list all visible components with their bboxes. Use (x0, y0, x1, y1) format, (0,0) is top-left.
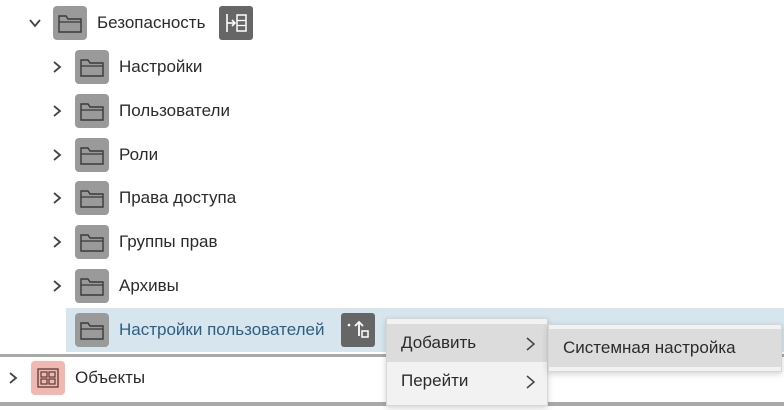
chevron-right-icon[interactable] (6, 371, 20, 385)
folder-icon (75, 225, 109, 259)
folder-icon (53, 6, 87, 40)
folder-icon (75, 50, 109, 84)
tree-node-label: Группы прав (119, 232, 218, 251)
folder-icon (75, 138, 109, 172)
tree-node-roles[interactable]: Роли (0, 135, 784, 175)
tree-node-access-rights[interactable]: Права доступа (0, 178, 784, 218)
submenu: Системная настройка (548, 324, 782, 372)
menu-item-label: Системная настройка (563, 338, 736, 357)
folder-icon (75, 269, 109, 303)
chevron-down-icon[interactable] (28, 16, 42, 30)
folder-icon (75, 94, 109, 128)
tree-node-label: Настройки пользователей (119, 320, 325, 339)
folder-icon (75, 313, 109, 347)
objects-grid-icon (31, 361, 65, 395)
chevron-right-icon[interactable] (50, 235, 64, 249)
chevron-right-icon[interactable] (50, 60, 64, 74)
folder-icon (75, 181, 109, 215)
tree-node-label: Объекты (75, 368, 146, 387)
tree-node-label: Архивы (119, 276, 179, 295)
tree-node-label: Роли (119, 145, 159, 164)
tree-structure-icon[interactable] (219, 6, 253, 40)
context-menu: Добавить Перейти (386, 318, 548, 406)
chevron-right-icon (523, 374, 537, 389)
tree-node-settings[interactable]: Настройки (0, 47, 784, 87)
chevron-right-icon[interactable] (50, 104, 64, 118)
menu-item-label: Перейти (401, 371, 469, 390)
tree-node-label: Права доступа (119, 188, 237, 207)
tree-node-label: Безопасность (97, 13, 206, 32)
menu-item-goto[interactable]: Перейти (387, 362, 547, 400)
menu-item-system-setting[interactable]: Системная настройка (549, 329, 781, 367)
tree-node-users[interactable]: Пользователи (0, 91, 784, 131)
chevron-right-icon (523, 336, 537, 351)
menu-item-label: Добавить (401, 333, 477, 352)
chevron-right-icon[interactable] (50, 148, 64, 162)
tree-node-label: Пользователи (119, 101, 230, 120)
chevron-right-icon[interactable] (50, 279, 64, 293)
tree-node-label: Настройки (119, 57, 203, 76)
menu-item-add[interactable]: Добавить (387, 324, 547, 362)
add-item-icon[interactable] (341, 313, 375, 347)
tree-node-rights-groups[interactable]: Группы прав (0, 222, 784, 262)
tree-node-archives[interactable]: Архивы (0, 266, 784, 306)
chevron-right-icon[interactable] (50, 191, 64, 205)
tree-node-security[interactable]: Безопасность (0, 3, 784, 43)
